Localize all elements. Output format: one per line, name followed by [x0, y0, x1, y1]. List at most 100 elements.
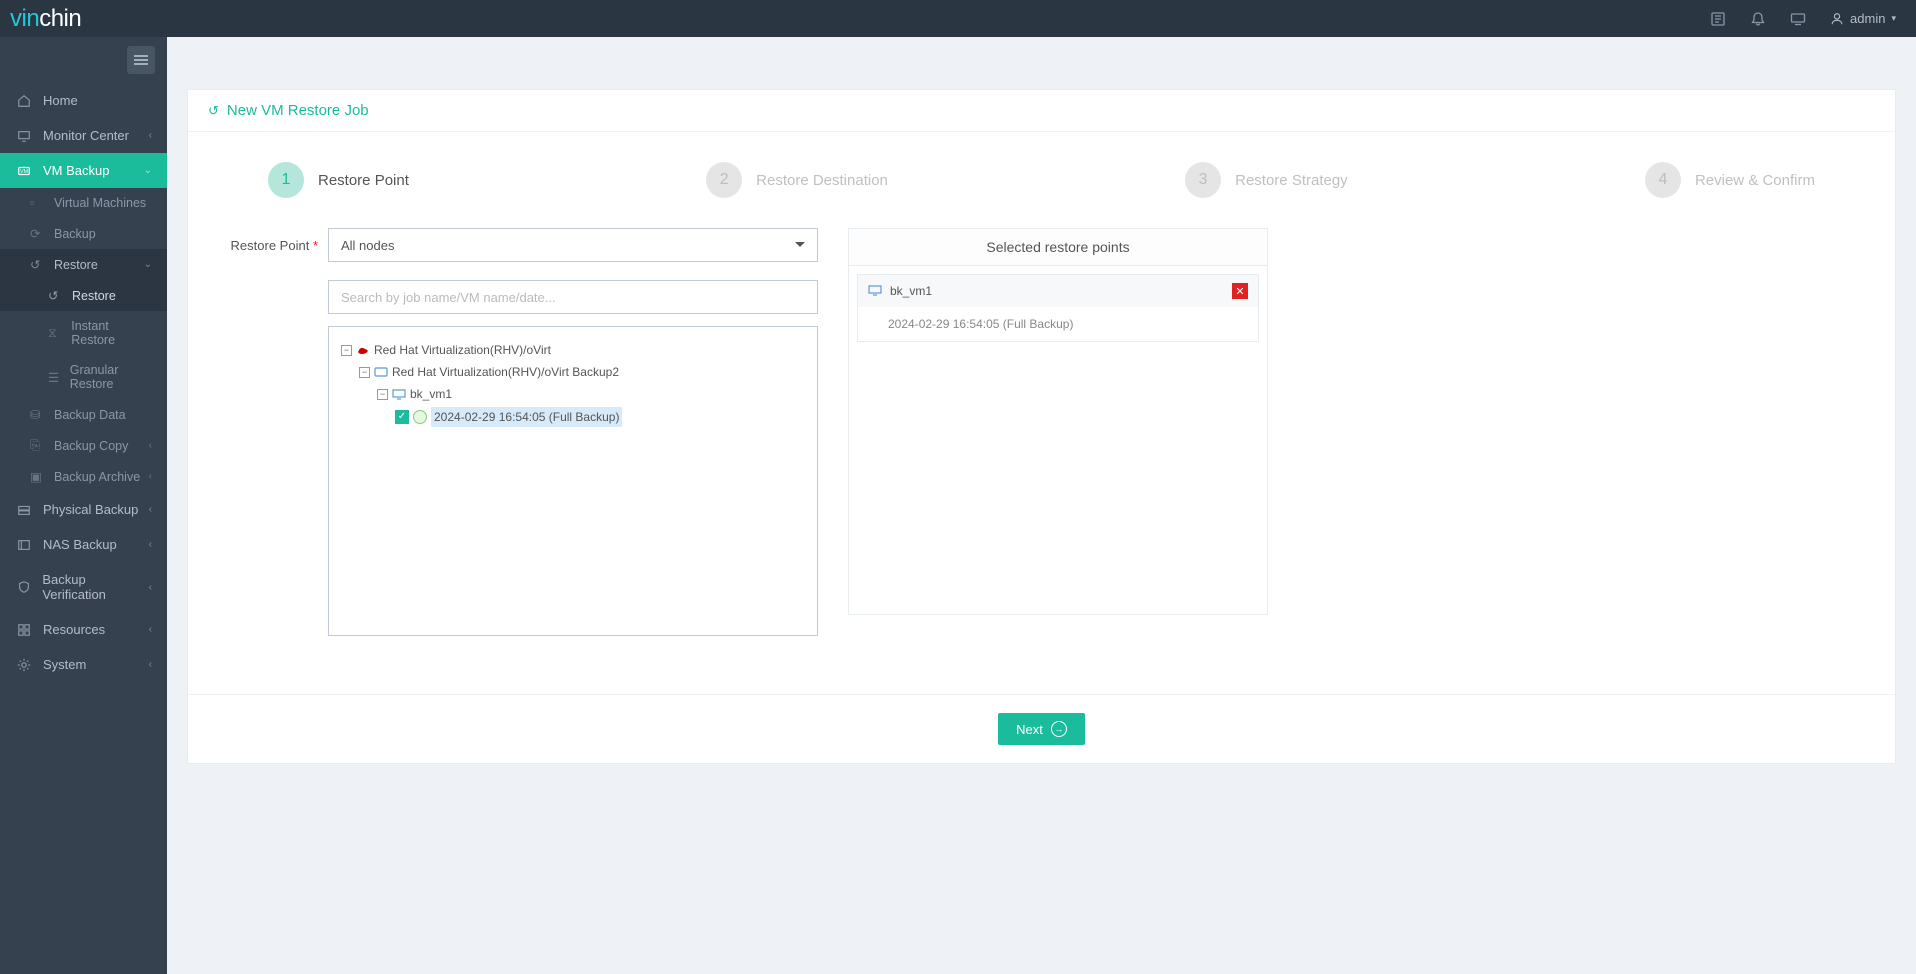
restore-point-label-text: Restore Point	[231, 238, 310, 253]
tree-toggle-icon[interactable]: −	[359, 367, 370, 378]
tree-toggle-icon[interactable]: −	[341, 345, 352, 356]
sidebar-subsub-granular-restore[interactable]: ☰ Granular Restore	[0, 355, 167, 399]
restore-point-tree[interactable]: − Red Hat Virtualization(RHV)/oVirt − Re…	[328, 326, 818, 636]
wizard-step-1[interactable]: 1 Restore Point	[268, 162, 409, 198]
tree-root-label: Red Hat Virtualization(RHV)/oVirt	[374, 341, 551, 359]
chevron-down-icon: ⌄	[144, 259, 152, 270]
notes-icon[interactable]	[1710, 11, 1726, 27]
sidebar-item-home[interactable]: Home	[0, 83, 167, 118]
wizard-step-3[interactable]: 3 Restore Strategy	[1185, 162, 1348, 198]
panel-header: ↺ New VM Restore Job	[188, 90, 1895, 132]
selected-panel-body: bk_vm1 ✕ 2024-02-29 16:54:05 (Full Backu…	[849, 274, 1267, 614]
chevron-down-icon: ⌄	[144, 165, 152, 176]
sidebar-sub-backup[interactable]: ⟳ Backup	[0, 218, 167, 249]
step-number: 3	[1185, 162, 1221, 198]
vms-icon: ▫	[30, 196, 46, 210]
sidebar-item-nas-backup[interactable]: NAS Backup ‹	[0, 527, 167, 562]
chevron-left-icon: ‹	[149, 504, 152, 515]
wizard-step-4[interactable]: 4 Review & Confirm	[1645, 162, 1815, 198]
sidebar-item-label: Monitor Center	[43, 128, 129, 143]
sidebar-item-system[interactable]: System ‹	[0, 647, 167, 682]
svg-text:VM: VM	[20, 168, 28, 174]
sidebar-item-label: VM Backup	[43, 163, 109, 178]
sidebar-sub-restore[interactable]: ↺ Restore ⌄	[0, 249, 167, 280]
data-icon: ⛁	[30, 407, 46, 422]
user-menu[interactable]: admin ▾	[1830, 11, 1896, 26]
sidebar: Home Monitor Center ‹ VM VM Backup ⌄ ▫ V…	[0, 37, 167, 974]
panel-title: New VM Restore Job	[227, 102, 369, 119]
sidebar-subsub-label: Granular Restore	[70, 363, 152, 391]
user-name: admin	[1850, 11, 1885, 26]
chevron-left-icon: ‹	[149, 624, 152, 635]
tree-vm[interactable]: − bk_vm1	[341, 383, 805, 405]
arrow-right-icon: →	[1051, 721, 1067, 737]
sidebar-subsub-instant-restore[interactable]: ⧖ Instant Restore	[0, 311, 167, 355]
logo-suffix: chin	[39, 5, 81, 32]
wizard-panel: ↺ New VM Restore Job 1 Restore Point 2 R…	[187, 89, 1896, 764]
search-row	[228, 280, 828, 314]
next-button[interactable]: Next →	[998, 713, 1085, 745]
tree-job-label: Red Hat Virtualization(RHV)/oVirt Backup…	[392, 363, 619, 381]
logo[interactable]: vinchin	[10, 5, 81, 33]
sidebar-subsub-label: Instant Restore	[71, 319, 152, 347]
search-input[interactable]	[328, 280, 818, 314]
resources-icon	[15, 623, 33, 637]
screen-icon[interactable]	[1790, 11, 1806, 27]
wizard-step-2[interactable]: 2 Restore Destination	[706, 162, 888, 198]
tree-restore-point[interactable]: 2024-02-29 16:54:05 (Full Backup)	[341, 405, 805, 429]
chevron-left-icon: ‹	[149, 659, 152, 670]
selected-restore-points-panel: Selected restore points bk_vm1 ✕ 2024-02…	[848, 228, 1268, 615]
step-number: 4	[1645, 162, 1681, 198]
logo-prefix: vin	[10, 5, 39, 32]
node-select[interactable]: All nodes	[328, 228, 818, 262]
sidebar-sub-label: Restore	[54, 258, 98, 272]
step-label: Review & Confirm	[1695, 172, 1815, 189]
tree-job[interactable]: − Red Hat Virtualization(RHV)/oVirt Back…	[341, 361, 805, 383]
vm-icon: VM	[15, 164, 33, 178]
tree-root[interactable]: − Red Hat Virtualization(RHV)/oVirt	[341, 339, 805, 361]
step-label: Restore Destination	[756, 172, 888, 189]
backup-icon: ⟳	[30, 226, 46, 241]
collapse-button[interactable]	[127, 46, 155, 74]
sidebar-item-backup-verification[interactable]: Backup Verification ‹	[0, 562, 167, 612]
sidebar-subsub-restore[interactable]: ↺ Restore	[0, 280, 167, 311]
sidebar-item-label: Physical Backup	[43, 502, 138, 517]
vm-small-icon	[392, 387, 406, 401]
sidebar-sub-label: Backup	[54, 227, 96, 241]
home-icon	[15, 94, 33, 108]
chevron-left-icon: ‹	[149, 130, 152, 141]
copy-icon: ⎘	[30, 438, 46, 453]
sidebar-sub-label: Virtual Machines	[54, 196, 146, 210]
top-header: vinchin admin ▾	[0, 0, 1916, 37]
sidebar-sub-backup-copy[interactable]: ⎘ Backup Copy ‹	[0, 430, 167, 461]
sidebar-item-resources[interactable]: Resources ‹	[0, 612, 167, 647]
sidebar-subsub-label: Restore	[72, 289, 116, 303]
chevron-left-icon: ‹	[149, 440, 152, 451]
sidebar-item-vm-backup[interactable]: VM VM Backup ⌄	[0, 153, 167, 188]
remove-selected-button[interactable]: ✕	[1232, 283, 1248, 299]
sidebar-sub-label: Backup Archive	[54, 470, 140, 484]
next-button-label: Next	[1016, 722, 1043, 737]
chevron-left-icon: ‹	[149, 471, 152, 482]
hamburger-icon	[134, 55, 148, 65]
sidebar-sub-virtual-machines[interactable]: ▫ Virtual Machines	[0, 188, 167, 218]
wizard-footer: Next →	[188, 694, 1895, 763]
tree-checkbox-checked[interactable]	[395, 410, 409, 424]
clock-icon	[413, 410, 427, 424]
selected-item: bk_vm1 ✕ 2024-02-29 16:54:05 (Full Backu…	[857, 274, 1259, 342]
form-left-column: Restore Point * All nodes	[228, 228, 828, 654]
sidebar-sub-backup-data[interactable]: ⛁ Backup Data	[0, 399, 167, 430]
nas-icon	[15, 538, 33, 552]
tree-toggle-icon[interactable]: −	[377, 389, 388, 400]
selected-item-header: bk_vm1 ✕	[858, 275, 1258, 307]
sidebar-item-label: Backup Verification	[42, 572, 148, 602]
restore-icon: ↺	[30, 257, 46, 272]
user-icon	[1830, 12, 1844, 26]
sidebar-item-label: Resources	[43, 622, 105, 637]
sidebar-item-monitor[interactable]: Monitor Center ‹	[0, 118, 167, 153]
sidebar-sub-backup-archive[interactable]: ▣ Backup Archive ‹	[0, 461, 167, 492]
sidebar-item-physical-backup[interactable]: Physical Backup ‹	[0, 492, 167, 527]
bell-icon[interactable]	[1750, 11, 1766, 27]
main-content: ↺ New VM Restore Job 1 Restore Point 2 R…	[167, 74, 1916, 779]
sidebar-item-label: System	[43, 657, 86, 672]
